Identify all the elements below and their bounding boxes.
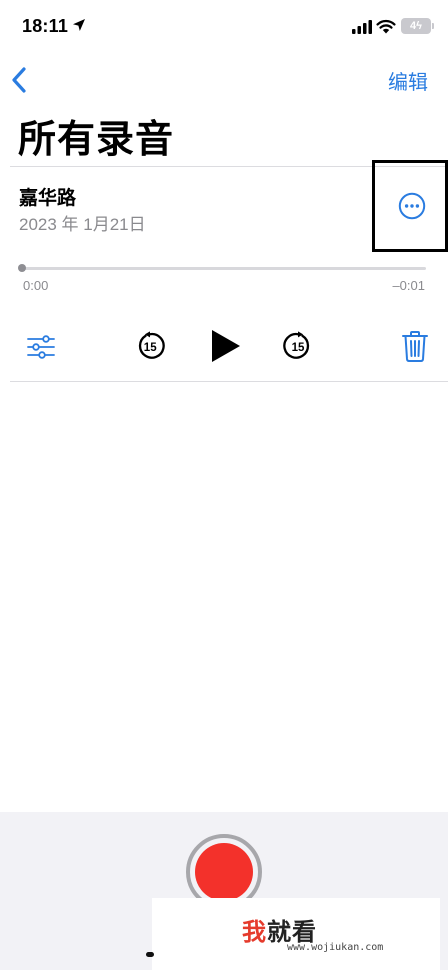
status-time: 18:11: [22, 16, 69, 36]
watermark-url: www.wojiukan.com: [287, 942, 384, 953]
divider: [10, 166, 448, 167]
playback-settings-button[interactable]: [27, 333, 55, 361]
play-button[interactable]: [210, 328, 242, 364]
status-bar: 18:11 4ϟ: [0, 0, 448, 54]
skip-back-label: 15: [144, 342, 157, 354]
playback-scrubber[interactable]: [18, 264, 426, 272]
trash-icon: [402, 331, 428, 362]
home-indicator: [146, 952, 154, 957]
location-arrow-icon: [73, 19, 85, 31]
wifi-icon: [376, 19, 396, 34]
equalizer-settings-icon: [27, 335, 55, 359]
edit-button[interactable]: 编辑: [388, 66, 428, 95]
recording-date: 2023 年 1月21日: [19, 215, 146, 234]
skip-back-button[interactable]: 15: [135, 331, 165, 361]
skip-back-15-icon: 15: [138, 331, 165, 359]
back-button[interactable]: [8, 64, 34, 96]
remaining-time: –0:01: [392, 278, 425, 293]
divider: [10, 381, 448, 382]
scrubber-track: [20, 267, 426, 270]
scrubber-knob[interactable]: [18, 264, 26, 272]
recording-name[interactable]: 嘉华路: [19, 183, 76, 210]
delete-button[interactable]: [402, 330, 428, 362]
watermark: 我就看 www.wojiukan.com: [152, 898, 440, 970]
cellular-signal-icon: [352, 20, 372, 34]
page-title: 所有录音: [18, 119, 175, 161]
charging-bolt-icon: ϟ: [416, 20, 422, 32]
skip-forward-button[interactable]: 15: [283, 331, 313, 361]
battery-icon: 4ϟ: [401, 18, 431, 34]
battery-tip: [432, 23, 434, 29]
watermark-first-char: 我: [242, 919, 267, 946]
elapsed-time: 0:00: [23, 278, 49, 293]
skip-forward-15-icon: 15: [283, 331, 310, 359]
chevron-left-icon: [12, 67, 26, 93]
skip-forward-label: 15: [292, 342, 305, 354]
more-ellipsis-icon: [404, 204, 420, 208]
record-icon: [195, 843, 253, 901]
more-options-button[interactable]: [398, 192, 426, 220]
play-icon: [212, 330, 240, 362]
